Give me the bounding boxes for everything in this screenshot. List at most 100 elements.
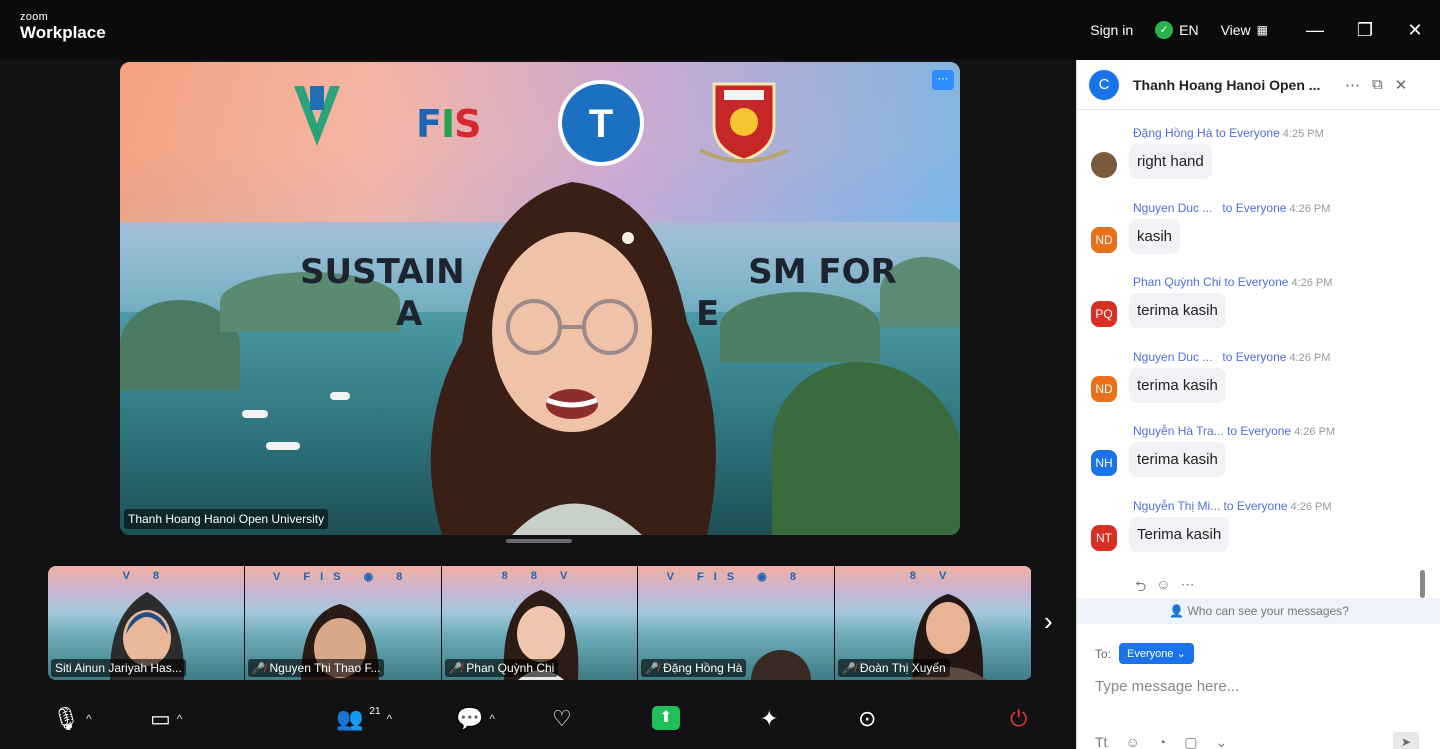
- chat-button[interactable]: 💬 ^: [456, 706, 495, 732]
- chat-message: Nguyen Duc ... to Everyone 4:26 PM ND ter…: [1077, 350, 1423, 425]
- more-button[interactable]: ⊙: [858, 706, 876, 732]
- person-icon: 👤: [1169, 604, 1185, 618]
- participant-tile[interactable]: V FIS ◉ 8 🎤̸ Đặng Hồng Hà: [638, 566, 836, 680]
- more-icon: ⊙: [858, 706, 877, 731]
- view-button[interactable]: View ▦: [1221, 22, 1268, 38]
- chevron-up-icon[interactable]: ^: [177, 712, 183, 726]
- brand-top: zoom: [20, 11, 49, 23]
- emoji-icon[interactable]: ☺: [1156, 576, 1170, 600]
- meeting-toolbar: 🎙 ^ ▭ ^ 👥 21 ^ 💬 ^ ♡ ⬆ ✦ ⊙ ⏻: [0, 700, 1076, 749]
- mini-slide-logos: V FIS ◉ 8: [666, 571, 806, 583]
- language-selector[interactable]: ✓ EN: [1155, 21, 1199, 39]
- file-icon[interactable]: ▢: [1184, 734, 1197, 749]
- react-button[interactable]: ♡: [552, 706, 572, 732]
- emoji-icon[interactable]: ☺: [1125, 734, 1139, 749]
- message-meta: Nguyen Duc ... to Everyone 4:26 PM: [1133, 349, 1331, 364]
- sender-avatar: ND: [1091, 375, 1117, 402]
- chevron-up-icon[interactable]: ^: [86, 712, 92, 726]
- participant-tile[interactable]: 8 V 🎤̸ Đoàn Thị Xuyến: [835, 566, 1032, 680]
- sender-avatar: PQ: [1091, 301, 1117, 328]
- resize-handle[interactable]: [506, 539, 572, 543]
- chevron-up-icon[interactable]: ^: [489, 712, 495, 726]
- chat-message: Phan Quỳnh Chi to Everyone 4:26 PM PQ ter…: [1077, 275, 1423, 350]
- more-icon[interactable]: ⋯: [1181, 576, 1195, 600]
- zoom-window: zoom Workplace Sign in ✓ EN View ▦ — ❐ ✕: [0, 0, 1440, 749]
- mini-slide-logos: 8 8 V: [501, 570, 578, 582]
- sender-avatar: NT: [1091, 524, 1117, 551]
- mic-muted-icon: 🎤̸: [251, 662, 266, 675]
- chevron-up-icon[interactable]: ^: [387, 712, 393, 726]
- recipient-dropdown[interactable]: Everyone ⌄: [1119, 643, 1194, 664]
- pop-out-icon[interactable]: ⧉: [1372, 76, 1383, 94]
- participants-button[interactable]: 👥 21 ^: [336, 706, 392, 732]
- mini-slide-logos: V FIS ◉ 8: [273, 571, 413, 583]
- message-text: Terima kasih: [1129, 516, 1230, 552]
- participants-icon: 👥: [336, 706, 364, 731]
- message-text: terima kasih: [1129, 293, 1226, 329]
- share-screen-icon: ⬆: [652, 706, 680, 730]
- speaker-person: [430, 182, 716, 535]
- sign-in-button[interactable]: Sign in: [1090, 22, 1133, 38]
- to-label: To:: [1095, 646, 1112, 661]
- shield-check-icon: ✓: [1155, 21, 1174, 39]
- logo-v-icon: [294, 86, 340, 146]
- ai-companion-button[interactable]: ✦: [760, 706, 778, 732]
- mini-slide-logos: V 8: [122, 570, 170, 582]
- format-text-icon[interactable]: Tt: [1095, 734, 1107, 749]
- message-text: terima kasih: [1129, 442, 1226, 478]
- heart-icon: ♡: [552, 706, 572, 731]
- video-button[interactable]: ▭ ^: [150, 706, 182, 732]
- chat-avatar-icon: C: [1089, 69, 1119, 100]
- microphone-icon: 🎙: [52, 706, 80, 731]
- who-can-see-link[interactable]: 👤 Who can see your messages?: [1077, 598, 1440, 624]
- sender-avatar: ND: [1091, 226, 1117, 253]
- send-button[interactable]: ➤: [1393, 732, 1419, 749]
- title-bar: zoom Workplace Sign in ✓ EN View ▦ — ❐ ✕: [0, 0, 1440, 60]
- slide-title-line1-end: SM FOR: [748, 252, 897, 292]
- video-stage: FIS T SUSTAIN SM FOR A E ⋯ Thanh Hoang H…: [0, 60, 1076, 749]
- close-icon[interactable]: ✕: [1390, 20, 1440, 41]
- participant-tile[interactable]: V 8 Siti Ainun Jariyah Has...: [48, 566, 245, 680]
- participant-tile[interactable]: 8 8 V 🎤̸ Phan Quỳnh Chi: [441, 566, 639, 680]
- speaker-name-tag: Thanh Hoang Hanoi Open University: [124, 509, 329, 529]
- mic-muted-icon: 🎤̸: [645, 662, 660, 675]
- app-logo: zoom Workplace: [20, 12, 106, 43]
- message-actions: ⮌ ☺ ⋯: [1135, 576, 1195, 600]
- audio-button[interactable]: 🎙 ^: [52, 706, 92, 732]
- message-text: terima kasih: [1129, 367, 1226, 403]
- message-text: right hand: [1129, 144, 1212, 179]
- chat-panel: C Thanh Hoang Hanoi Open ... ⋯ ⧉ ✕ Đặng …: [1076, 60, 1440, 749]
- boat: [330, 392, 350, 400]
- chat-scrollbar[interactable]: [1420, 570, 1425, 598]
- karst-mountain: [720, 292, 880, 362]
- chat-message: Nguyễn Hà Tra... to Everyone 4:26 PM NH t…: [1077, 424, 1423, 499]
- message-meta: Phan Quỳnh Chi to Everyone 4:26 PM: [1133, 275, 1333, 290]
- chevron-right-icon[interactable]: ›: [1044, 606, 1053, 637]
- message-text: kasih: [1129, 218, 1181, 254]
- close-chat-icon[interactable]: ✕: [1395, 76, 1408, 94]
- screenshot-icon[interactable]: ◔: [1158, 734, 1166, 749]
- chat-title[interactable]: Thanh Hoang Hanoi Open ...: [1133, 77, 1329, 93]
- university-seal-icon: T: [558, 80, 644, 166]
- message-meta: Nguyen Duc ... to Everyone 4:26 PM: [1133, 200, 1331, 215]
- reply-icon[interactable]: ⮌: [1135, 576, 1146, 600]
- language-label: EN: [1179, 22, 1199, 38]
- more-options-icon[interactable]: ⋯: [1345, 76, 1360, 94]
- boat: [242, 410, 268, 418]
- share-button[interactable]: ⬆: [652, 706, 680, 730]
- restore-icon[interactable]: ❐: [1340, 20, 1390, 41]
- active-speaker-video[interactable]: FIS T SUSTAIN SM FOR A E ⋯ Thanh Hoang H…: [120, 62, 960, 535]
- crest-icon: [699, 82, 789, 163]
- chevron-down-icon[interactable]: ⌄: [1215, 734, 1227, 749]
- minimize-icon[interactable]: —: [1290, 20, 1340, 41]
- message-meta: Nguyễn Thị Mi... to Everyone 4:26 PM: [1133, 498, 1332, 513]
- video-options-button[interactable]: ⋯: [932, 70, 954, 90]
- participant-name: 🎤̸ Đoàn Thị Xuyến: [838, 659, 950, 677]
- recipient-row: To: Everyone ⌄: [1095, 643, 1194, 664]
- participant-avatar: [751, 650, 812, 680]
- chat-header: C Thanh Hoang Hanoi Open ... ⋯ ⧉ ✕: [1077, 60, 1440, 110]
- leave-button[interactable]: ⏻: [1010, 706, 1027, 732]
- message-input[interactable]: Type message here...: [1095, 678, 1239, 695]
- participant-name: Siti Ainun Jariyah Has...: [51, 659, 186, 677]
- participant-tile[interactable]: V FIS ◉ 8 🎤̸ Nguyen Thi Thao F...: [244, 566, 442, 680]
